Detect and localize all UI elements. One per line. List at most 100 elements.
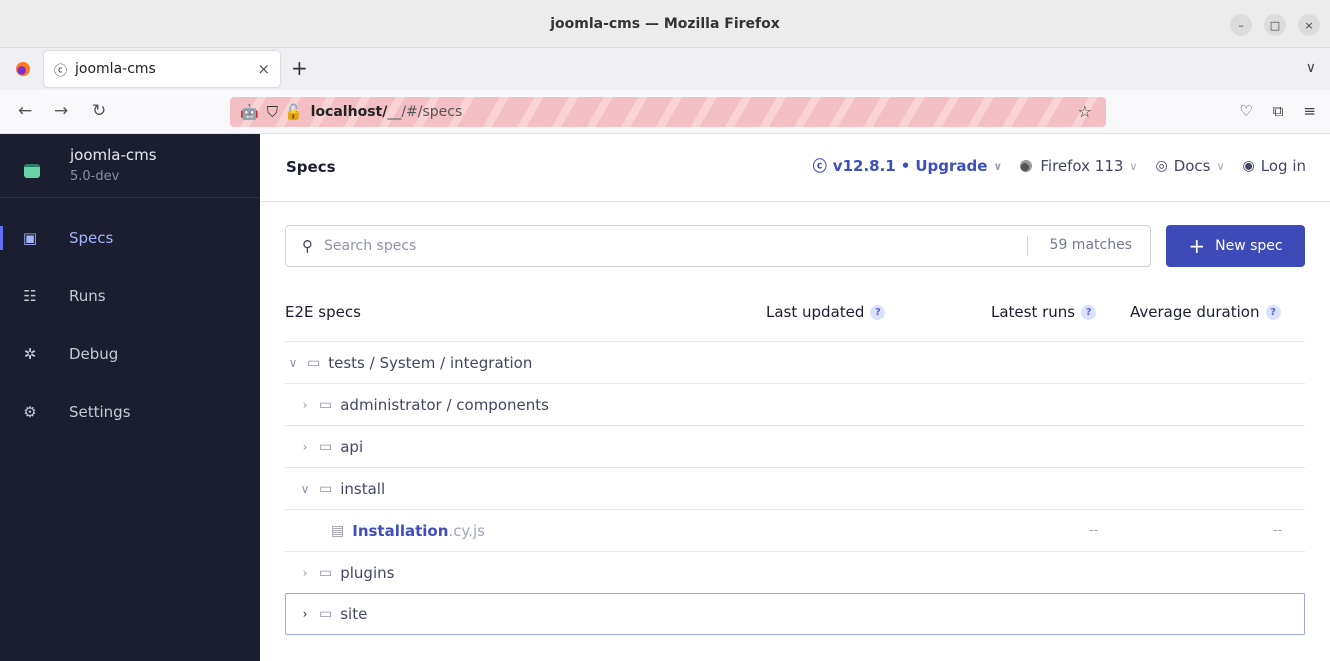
folder-row[interactable]: › ▭ plugins bbox=[285, 552, 1305, 594]
last-updated-value: -- bbox=[1089, 523, 1099, 538]
folder-label: tests / System / integration bbox=[328, 353, 533, 372]
sidebar-item-label: Debug bbox=[69, 345, 119, 363]
star-icon[interactable]: ☆ bbox=[1078, 102, 1092, 121]
folder-icon: ▭ bbox=[319, 480, 333, 497]
docs-label: Docs bbox=[1173, 157, 1211, 175]
column-header-last-updated: Last updated ? bbox=[766, 303, 886, 321]
maximize-button[interactable]: □ bbox=[1264, 14, 1286, 36]
sidebar-item-label: Specs bbox=[69, 229, 114, 247]
sidebar-item-debug[interactable]: ✲ Debug bbox=[0, 334, 260, 374]
chevron-right-icon: › bbox=[302, 565, 308, 580]
match-count: 59 matches bbox=[1049, 237, 1132, 253]
settings-icon: ⚙ bbox=[23, 403, 37, 421]
app-sidebar: joomla-cms 5.0-dev ▣ Specs ☷ Runs ✲ Debu… bbox=[0, 134, 260, 661]
chevron-down-icon: ∨ bbox=[1216, 159, 1225, 173]
runs-icon: ☷ bbox=[23, 287, 37, 305]
docs-menu[interactable]: ◎ Docs ∨ bbox=[1155, 157, 1224, 175]
folder-row[interactable]: › ▭ administrator / components bbox=[285, 384, 1305, 426]
extensions-icon[interactable]: ⧉ bbox=[1273, 102, 1284, 120]
folder-icon: ▭ bbox=[307, 354, 321, 371]
folder-icon: ▭ bbox=[319, 396, 333, 413]
url-bar[interactable]: 🤖 ⛉ 🔓 localhost/__/#/specs ☆ bbox=[230, 97, 1106, 127]
login-button[interactable]: ◉ Log in bbox=[1243, 157, 1306, 175]
project-icon bbox=[24, 164, 40, 178]
sidebar-item-settings[interactable]: ⚙ Settings bbox=[0, 392, 260, 432]
close-window-button[interactable]: × bbox=[1298, 14, 1320, 36]
folder-icon: ▭ bbox=[319, 438, 333, 455]
search-box: ⚲ 59 matches bbox=[285, 225, 1151, 267]
login-label: Log in bbox=[1260, 157, 1306, 175]
folder-row[interactable]: › ▭ site bbox=[285, 593, 1305, 635]
specs-icon: ▣ bbox=[22, 229, 38, 247]
folder-label: api bbox=[340, 437, 364, 456]
folder-label: install bbox=[340, 479, 386, 498]
debug-icon: ✲ bbox=[23, 345, 37, 363]
chevron-down-icon: ∨ bbox=[993, 159, 1003, 173]
search-input[interactable] bbox=[324, 236, 924, 256]
navigation-bar: ← → ↻ 🤖 ⛉ 🔓 localhost/__/#/specs ☆ ♡ ⧉ ≡ bbox=[0, 90, 1330, 134]
folder-row[interactable]: › ▭ api bbox=[285, 426, 1305, 468]
window-title: joomla-cms — Mozilla Firefox bbox=[550, 15, 780, 32]
folder-icon: ▭ bbox=[319, 606, 333, 622]
folder-label: plugins bbox=[340, 563, 395, 582]
shield-icon[interactable]: ⛉ bbox=[267, 103, 278, 121]
tab-strip: ⓒ joomla-cms × + ∨ bbox=[0, 48, 1330, 90]
new-spec-label: New spec bbox=[1215, 238, 1283, 254]
column-header-average-duration: Average duration ? bbox=[1130, 303, 1281, 321]
forward-icon[interactable]: → bbox=[54, 102, 68, 120]
minimize-button[interactable]: – bbox=[1230, 14, 1252, 36]
pocket-icon[interactable]: ♡ bbox=[1239, 102, 1252, 120]
chevron-down-icon: ∨ bbox=[300, 481, 310, 496]
folder-icon: ▭ bbox=[319, 564, 333, 581]
url-text[interactable]: localhost/__/#/specs bbox=[311, 104, 463, 120]
column-header-label: Average duration bbox=[1130, 303, 1260, 321]
robot-icon[interactable]: 🤖 bbox=[240, 103, 259, 121]
cypress-favicon-icon: ⓒ bbox=[54, 63, 68, 79]
main-header: Specs ⓒ v12.8.1 • Upgrade ∨ Firefox 113 … bbox=[260, 134, 1330, 202]
project-switcher[interactable]: joomla-cms 5.0-dev bbox=[0, 134, 260, 198]
chevron-right-icon: › bbox=[302, 439, 308, 454]
cypress-icon: ⓒ bbox=[812, 159, 827, 175]
folder-row[interactable]: ∨ ▭ install bbox=[285, 468, 1305, 510]
chevron-right-icon: › bbox=[302, 607, 308, 621]
browser-selector[interactable]: Firefox 113 ∨ bbox=[1020, 157, 1137, 175]
page-title: Specs bbox=[286, 158, 336, 176]
file-icon: ▤ bbox=[331, 522, 345, 539]
folder-label: administrator / components bbox=[340, 395, 549, 414]
new-tab-button[interactable]: + bbox=[291, 58, 308, 78]
menu-icon[interactable]: ≡ bbox=[1303, 102, 1316, 120]
back-icon[interactable]: ← bbox=[18, 102, 32, 120]
spec-file-row[interactable]: ▤ Installation .cy.js -- -- bbox=[285, 510, 1305, 552]
folder-label: site bbox=[340, 605, 368, 623]
new-spec-button[interactable]: + New spec bbox=[1166, 225, 1305, 267]
browser-tab[interactable]: ⓒ joomla-cms × bbox=[44, 51, 280, 87]
sidebar-item-label: Runs bbox=[69, 287, 106, 305]
folder-row[interactable]: ∨ ▭ tests / System / integration bbox=[285, 342, 1305, 384]
list-all-tabs-icon[interactable]: ∨ bbox=[1306, 60, 1316, 76]
close-tab-icon[interactable]: × bbox=[257, 60, 270, 78]
window-titlebar: joomla-cms — Mozilla Firefox – □ × bbox=[0, 0, 1330, 48]
firefox-logo-icon[interactable] bbox=[16, 62, 30, 76]
help-icon[interactable]: ? bbox=[870, 304, 886, 320]
lock-icon[interactable]: 🔓 bbox=[284, 103, 303, 121]
sidebar-item-specs[interactable]: ▣ Specs bbox=[0, 218, 260, 258]
search-divider bbox=[1027, 236, 1028, 256]
help-icon[interactable]: ? bbox=[1081, 304, 1097, 320]
separator-dot: • bbox=[900, 157, 911, 175]
version-upgrade-link[interactable]: ⓒ v12.8.1 • Upgrade ∨ bbox=[813, 156, 1003, 176]
average-duration-value: -- bbox=[1273, 523, 1283, 538]
specs-table-header: E2E specs Last updated ? Latest runs ? A… bbox=[285, 296, 1305, 342]
spec-file-extension: .cy.js bbox=[448, 521, 485, 540]
column-header-label: Latest runs bbox=[991, 303, 1076, 321]
upgrade-text: Upgrade bbox=[915, 157, 988, 175]
reload-icon[interactable]: ↻ bbox=[92, 102, 106, 120]
browser-name: Firefox 113 bbox=[1040, 157, 1124, 175]
column-header-latest-runs: Latest runs ? bbox=[991, 303, 1097, 321]
sidebar-item-runs[interactable]: ☷ Runs bbox=[0, 276, 260, 316]
chevron-down-icon: ∨ bbox=[288, 355, 298, 370]
spec-file-name[interactable]: Installation bbox=[352, 522, 448, 540]
project-name: joomla-cms bbox=[70, 146, 157, 164]
sidebar-item-label: Settings bbox=[69, 403, 131, 421]
help-icon[interactable]: ? bbox=[1265, 304, 1281, 320]
project-version: 5.0-dev bbox=[70, 169, 120, 184]
